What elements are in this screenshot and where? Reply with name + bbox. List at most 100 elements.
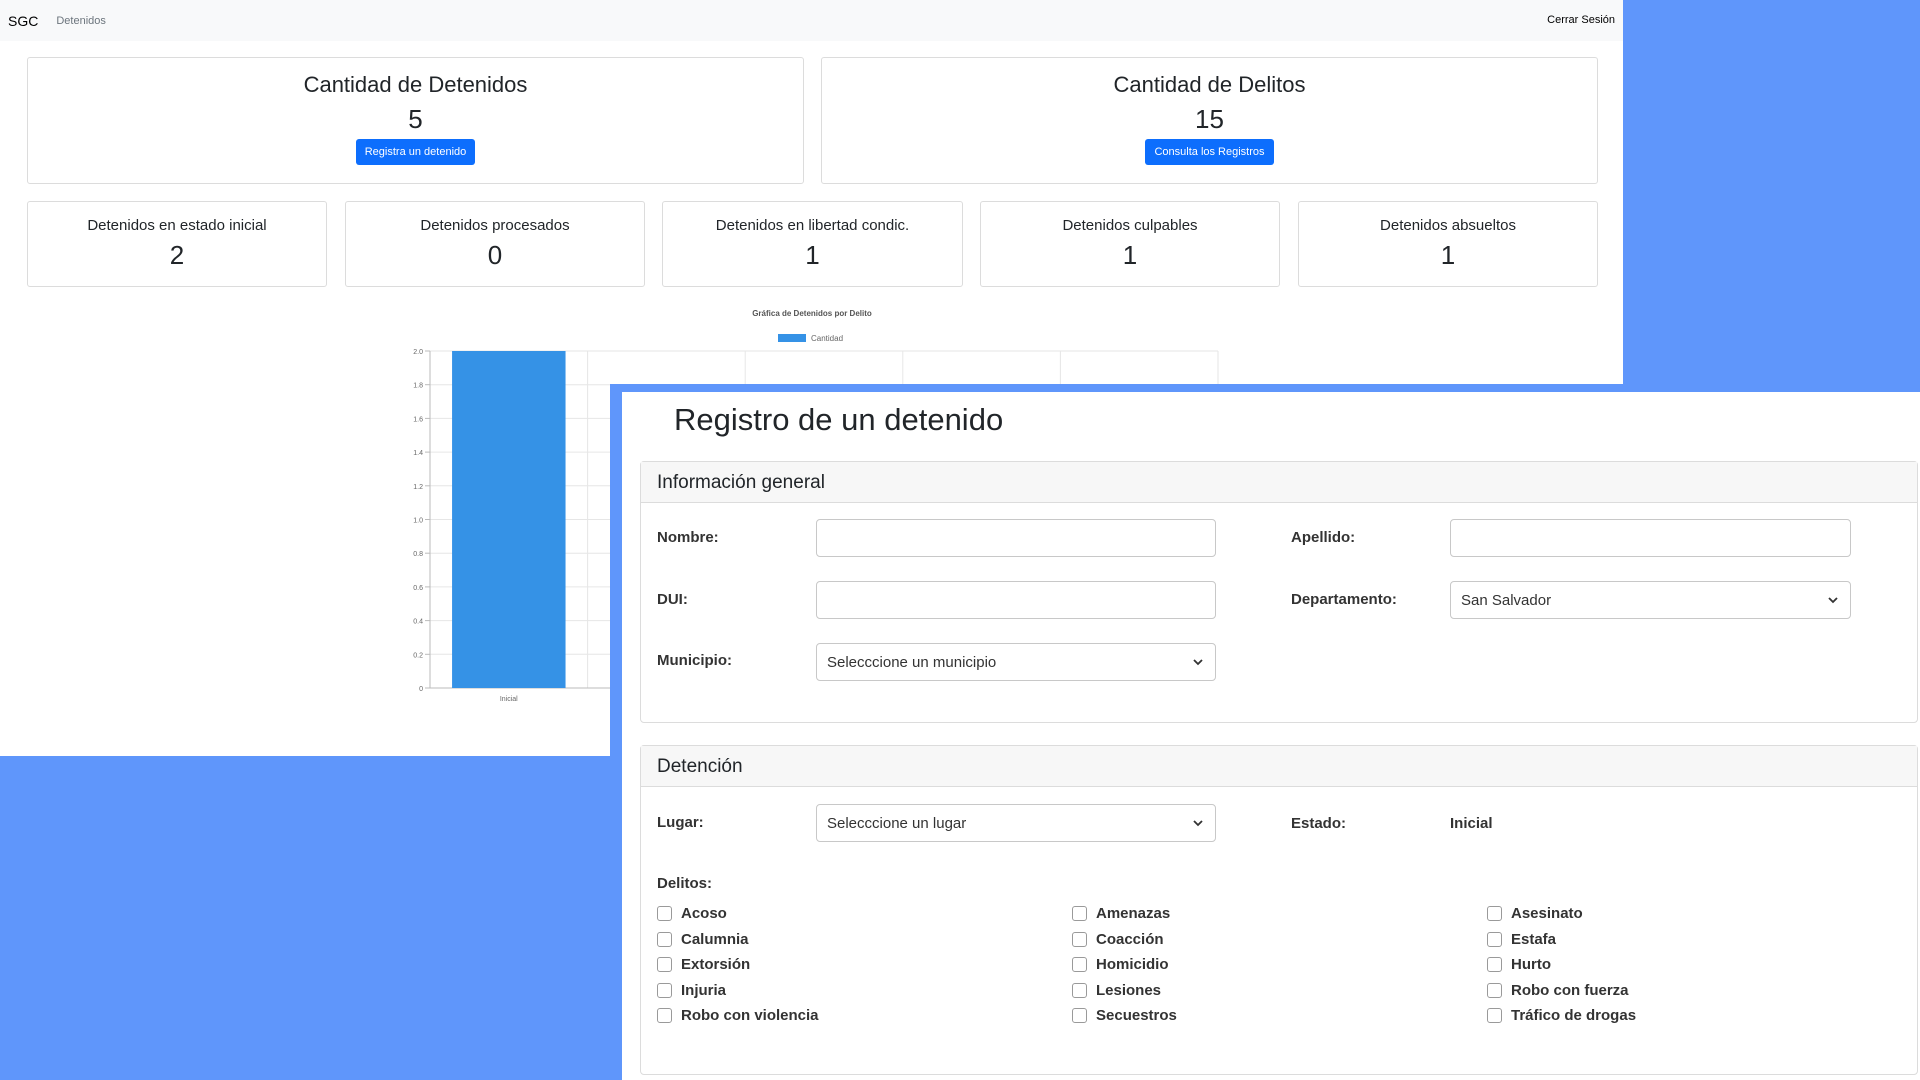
chevron-down-icon: [1193, 659, 1203, 666]
y-tick-label: 0.2: [413, 652, 423, 659]
checkbox[interactable]: [1487, 932, 1502, 947]
checkbox[interactable]: [1487, 1008, 1502, 1023]
chevron-down-icon: [1193, 820, 1203, 827]
checkbox-label: Robo con fuerza: [1511, 982, 1629, 999]
delito-checkbox-secuestros[interactable]: Secuestros: [1072, 1007, 1177, 1024]
checkbox-label: Injuria: [681, 982, 727, 999]
page-title: Registro de un detenido: [674, 402, 1004, 437]
status-title: Detenidos culpables: [1062, 217, 1198, 234]
checkbox[interactable]: [1072, 983, 1087, 998]
delito-checkbox-asesinato[interactable]: Asesinato: [1487, 905, 1583, 922]
checkbox[interactable]: [657, 1008, 672, 1023]
y-tick-label: 1.6: [413, 416, 423, 423]
status-title: Detenidos absueltos: [1380, 217, 1516, 234]
checkbox[interactable]: [1072, 906, 1087, 921]
checkbox[interactable]: [1487, 957, 1502, 972]
nombre-label: Nombre:: [657, 529, 719, 546]
logout-link[interactable]: Cerrar Sesión: [1547, 14, 1615, 26]
section-detencion: Detención Lugar: Selecccione un lugar Es…: [640, 745, 1918, 1075]
status-value: 2: [169, 240, 185, 270]
navbar: SGC Detenidos Cerrar Sesión: [0, 0, 1623, 41]
checkbox-label: Homicidio: [1096, 956, 1169, 973]
y-tick-label: 1.4: [413, 450, 423, 457]
dui-input[interactable]: [816, 581, 1216, 619]
delito-checkbox-injuria[interactable]: Injuria: [657, 982, 726, 999]
checkbox-label: Secuestros: [1096, 1007, 1177, 1024]
checkbox[interactable]: [1487, 906, 1502, 921]
status-title: Detenidos procesados: [420, 217, 570, 234]
consulta-registros-button[interactable]: Consulta los Registros: [1145, 139, 1274, 165]
delito-checkbox-calumnia[interactable]: Calumnia: [657, 931, 749, 948]
checkbox[interactable]: [1072, 1008, 1087, 1023]
nav-link-detenidos[interactable]: Detenidos: [56, 15, 106, 27]
lugar-label: Lugar:: [657, 814, 704, 831]
delito-checkbox-homicidio[interactable]: Homicidio: [1072, 956, 1169, 973]
dui-label: DUI:: [657, 591, 688, 608]
status-value: 1: [1440, 240, 1456, 270]
card-cantidad-delitos: Cantidad de Delitos 15 Consulta los Regi…: [821, 57, 1598, 184]
delito-checkbox-amenazas[interactable]: Amenazas: [1072, 905, 1170, 922]
x-tick-label: Inicial: [500, 696, 518, 703]
legend-label: Cantidad: [811, 334, 843, 343]
apellido-label: Apellido:: [1291, 529, 1356, 546]
status-card-absueltos: Detenidos absueltos 1: [1298, 201, 1598, 287]
status-value: 1: [805, 240, 820, 270]
chevron-down-icon: [1828, 597, 1838, 604]
status-card-culpables: Detenidos culpables 1: [980, 201, 1280, 287]
checkbox[interactable]: [657, 906, 672, 921]
card-title: Cantidad de Detenidos: [303, 72, 528, 97]
y-tick-label: 0.4: [413, 619, 423, 626]
y-tick-label: 0.8: [413, 551, 423, 558]
status-title: Detenidos en libertad condic.: [715, 217, 910, 234]
checkbox[interactable]: [657, 932, 672, 947]
municipio-label: Municipio:: [657, 652, 732, 669]
checkbox-label: Extorsión: [681, 956, 751, 973]
status-title: Detenidos en estado inicial: [87, 217, 267, 234]
nombre-input[interactable]: [816, 519, 1216, 557]
delito-checkbox-coaccion[interactable]: Coacción: [1072, 931, 1164, 948]
lugar-selected: Selecccione un lugar: [827, 814, 967, 832]
bar-inicial: [452, 351, 566, 688]
section-heading: Información general: [641, 462, 1917, 503]
chart-title: Gráfica de Detenidos por Delito: [752, 309, 872, 318]
checkbox-label: Amenazas: [1096, 905, 1171, 922]
registra-detenido-button[interactable]: Registra un detenido: [355, 139, 476, 165]
departamento-select[interactable]: San Salvador: [1450, 581, 1851, 619]
brand-link[interactable]: SGC: [8, 13, 38, 29]
checkbox[interactable]: [1487, 983, 1502, 998]
checkbox-label: Tráfico de drogas: [1511, 1007, 1637, 1024]
delito-checkbox-hurto[interactable]: Hurto: [1487, 956, 1551, 973]
apellido-input[interactable]: [1450, 519, 1851, 557]
delito-checkbox-acoso[interactable]: Acoso: [657, 905, 727, 922]
card-value: 15: [1195, 104, 1224, 134]
delito-checkbox-estafa[interactable]: Estafa: [1487, 931, 1556, 948]
checkbox[interactable]: [657, 957, 672, 972]
checkbox-label: Coacción: [1096, 931, 1164, 948]
checkbox[interactable]: [1072, 932, 1087, 947]
section-informacion-general: Información general Nombre: Apellido: DU…: [640, 461, 1918, 723]
delito-checkbox-extorsion[interactable]: Extorsión: [657, 956, 750, 973]
registro-window: Registro de un detenido Información gene…: [610, 384, 1920, 1080]
status-value: 1: [1122, 240, 1138, 270]
checkbox-label: Asesinato: [1511, 905, 1583, 922]
delito-checkbox-lesiones[interactable]: Lesiones: [1072, 982, 1161, 999]
y-tick-label: 1.8: [413, 383, 423, 390]
y-tick-label: 1.0: [413, 518, 423, 525]
municipio-select[interactable]: Selecccione un municipio: [816, 643, 1216, 681]
delito-checkbox-trafico-drogas[interactable]: Tráfico de drogas: [1487, 1007, 1636, 1024]
checkbox-label: Lesiones: [1096, 982, 1162, 999]
checkbox[interactable]: [657, 983, 672, 998]
section-heading: Detención: [641, 746, 1917, 787]
card-value: 5: [408, 104, 423, 134]
checkbox[interactable]: [1072, 957, 1087, 972]
checkbox-label: Robo con violencia: [681, 1007, 819, 1024]
estado-value: Inicial: [1450, 815, 1493, 832]
card-title: Cantidad de Delitos: [1113, 72, 1306, 97]
delito-checkbox-robo-violencia[interactable]: Robo con violencia: [657, 1007, 819, 1024]
delito-checkbox-robo-fuerza[interactable]: Robo con fuerza: [1487, 982, 1629, 999]
y-tick-label: 0.6: [413, 585, 423, 592]
lugar-select[interactable]: Selecccione un lugar: [816, 804, 1216, 842]
departamento-selected: San Salvador: [1461, 591, 1552, 609]
municipio-selected: Selecccione un municipio: [827, 653, 997, 671]
status-card-libertad: Detenidos en libertad condic. 1: [662, 201, 963, 287]
